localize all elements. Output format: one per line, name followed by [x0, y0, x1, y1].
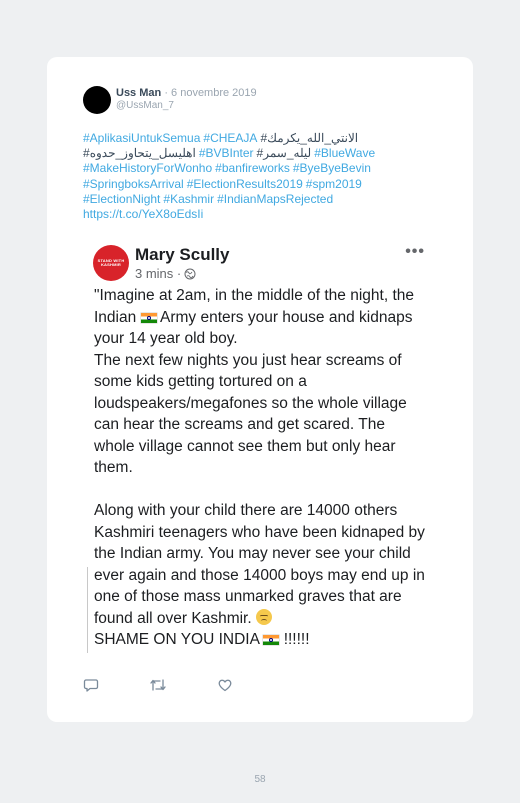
hashtag-link[interactable]: #SpringboksArrival — [83, 177, 184, 191]
hashtag-link[interactable]: #اهليسل_يتحاوز_حدوه — [83, 146, 196, 160]
hashtag-link[interactable]: #ByeByeBevin — [293, 161, 371, 175]
divider — [87, 567, 88, 653]
hashtag-link[interactable]: #BVBInter — [199, 146, 254, 160]
hashtag-link[interactable]: #BlueWave — [314, 146, 375, 160]
hashtag-link[interactable]: #CHEAJA — [203, 131, 257, 145]
like-icon[interactable] — [217, 677, 233, 693]
hashtag-link[interactable]: #spm2019 — [306, 177, 362, 191]
logo-text: STAND WITH KASHMIR — [97, 258, 125, 267]
hashtag-link[interactable]: #IndianMapsRejected — [217, 192, 333, 206]
fb-post-body: "Imagine at 2am, in the middle of the ni… — [94, 285, 429, 651]
hashtag-link[interactable]: #MakeHistoryForWonho — [83, 161, 212, 175]
tweet-text-line: #اهليسل_يتحاوز_حدوه #BVBInter #ليله_سمر #Bl… — [83, 146, 443, 161]
embedded-facebook-post-image[interactable]: STAND WITH KASHMIR Mary Scully 3 mins · … — [83, 235, 439, 655]
hashtag-link[interactable]: #Kashmir — [163, 192, 214, 206]
tweet-text-line: #AplikasiUntukSemua #CHEAJA #الانتي_الله_ي… — [83, 131, 443, 146]
p3-text-a: Along with your child there are 14000 ot… — [94, 502, 425, 627]
tweet-text-line: #MakeHistoryForWonho #banfireworks #ByeBye… — [83, 161, 443, 176]
hashtag-link[interactable]: #AplikasiUntukSemua — [83, 131, 200, 145]
avatar[interactable] — [83, 86, 111, 114]
fb-paragraph-3: Along with your child there are 14000 ot… — [94, 500, 429, 651]
reply-icon[interactable] — [83, 677, 99, 693]
fb-author-name: Mary Scully — [135, 245, 230, 264]
p3-text-b: SHAME ON YOU INDIA — [94, 631, 264, 648]
user-name[interactable]: Uss Man — [116, 87, 161, 99]
tweet-text-line: https://t.co/YeX8oEdsIi — [83, 207, 443, 222]
globe-icon — [184, 268, 196, 280]
hashtag-link[interactable]: #ليله_سمر — [257, 146, 312, 160]
worried-face-icon — [255, 608, 272, 625]
hashtag-link[interactable]: #ElectionResults2019 — [187, 177, 303, 191]
more-options-icon: ••• — [405, 243, 425, 260]
fb-time-text: 3 mins · — [135, 266, 182, 281]
tweet-link[interactable]: https://t.co/YeX8oEdsIi — [83, 207, 203, 221]
fb-paragraph-2: The next few nights you just hear scream… — [94, 351, 407, 477]
hashtag-link[interactable]: #banfireworks — [215, 161, 290, 175]
user-handle[interactable]: @UssMan_7 — [116, 100, 174, 111]
tweet-text: #AplikasiUntukSemua #CHEAJA #الانتي_الله_ي… — [83, 131, 443, 222]
retweet-icon[interactable] — [149, 677, 167, 693]
tweet-actions — [83, 677, 283, 697]
tweet-text-line: #SpringboksArrival #ElectionResults2019 #s… — [83, 177, 443, 192]
fb-timestamp: 3 mins · — [135, 266, 196, 281]
india-flag-icon — [140, 312, 157, 323]
p3-text-c: !!!!!! — [279, 631, 310, 648]
tweet-header: Uss Man · 6 novembre 2019 — [116, 87, 257, 99]
page-number: 58 — [254, 774, 266, 785]
india-flag-icon — [263, 635, 280, 645]
fb-profile-logo: STAND WITH KASHMIR — [93, 245, 129, 281]
tweet-text-line: #ElectionNight #Kashmir #IndianMapsRejecte… — [83, 192, 443, 207]
tweet-date: · 6 novembre 2019 — [164, 87, 257, 99]
hashtag-link[interactable]: #الانتي_الله_يكرمك — [260, 131, 358, 145]
tweet-card: Uss Man · 6 novembre 2019 @UssMan_7 #Apl… — [47, 57, 473, 722]
hashtag-link[interactable]: #ElectionNight — [83, 192, 160, 206]
fb-paragraph-1: "Imagine at 2am, in the middle of the ni… — [94, 285, 429, 350]
